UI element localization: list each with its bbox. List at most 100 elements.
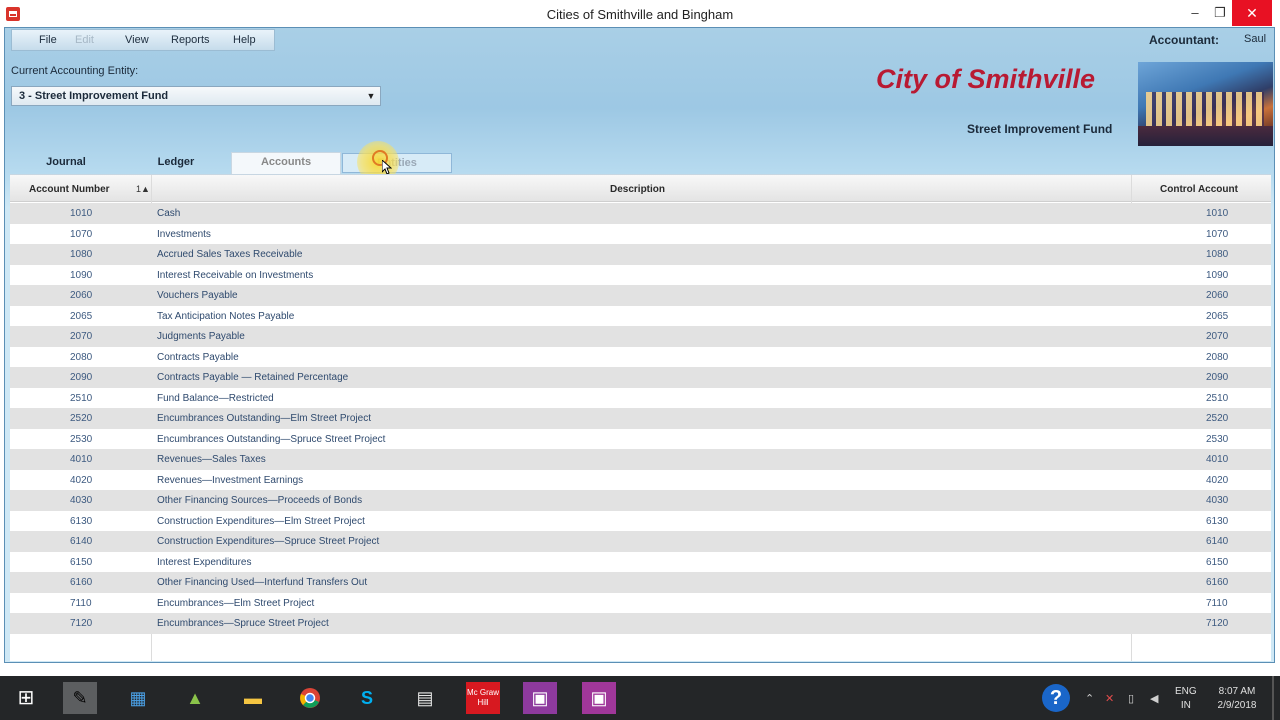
description-cell: Encumbrances Outstanding—Spruce Street P… — [157, 433, 386, 445]
description-cell: Accrued Sales Taxes Receivable — [157, 249, 303, 260]
language-indicator[interactable]: ENG IN — [1175, 685, 1197, 713]
description-cell: Other Financing Sources—Proceeds of Bond… — [157, 495, 363, 506]
language-code: ENG — [1175, 686, 1197, 697]
table-row[interactable]: 6140 Construction Expenditures—Spruce Str… — [10, 531, 1271, 552]
help-icon[interactable]: ? — [1042, 684, 1070, 712]
table-row[interactable]: 7110 Encumbrances—Elm Street Project 7110 — [10, 592, 1271, 613]
menu-file[interactable]: File — [39, 34, 57, 46]
table-row[interactable]: 2090 Contracts Payable — Retained Percent… — [10, 367, 1271, 388]
account-number-cell: 6160 — [70, 577, 93, 588]
windows-start-icon[interactable]: ⊞ — [9, 682, 43, 714]
window-title: Cities of Smithville and Bingham — [546, 7, 734, 22]
menu-view[interactable]: View — [125, 34, 149, 46]
mcgraw-hill-icon[interactable]: Mc Graw Hill — [466, 682, 500, 714]
table-row[interactable]: 2065 Tax Anticipation Notes Payable 2065 — [10, 305, 1271, 326]
column-header-control-account[interactable]: Control Account — [1160, 184, 1238, 195]
description-cell: Encumbrances—Spruce Street Project — [157, 618, 329, 629]
control-account-cell: 4020 — [1206, 474, 1229, 486]
description-cell: Contracts Payable — Retained Percentage — [157, 372, 349, 383]
table-row[interactable]: 1080 Accrued Sales Taxes Receivable 1080 — [10, 244, 1271, 265]
account-number-cell: 1080 — [70, 249, 93, 260]
table-row[interactable]: 4020 Revenues—Investment Earnings 4020 — [10, 469, 1271, 490]
account-number-cell: 2060 — [70, 290, 93, 301]
description-cell: Interest Expenditures — [157, 556, 252, 568]
control-account-cell: 2065 — [1206, 310, 1229, 322]
control-account-cell: 1070 — [1206, 228, 1229, 240]
grid-header: Account Number 1▲ Description Control Ac… — [10, 175, 1271, 202]
account-number-cell: 2090 — [70, 372, 93, 383]
entity-select[interactable]: 3 - Street Improvement Fund ▼ — [11, 86, 381, 106]
tab-ledger[interactable]: Ledger — [121, 153, 231, 173]
table-row[interactable]: 4030 Other Financing Sources—Proceeds of … — [10, 490, 1271, 511]
description-cell: Revenues—Investment Earnings — [157, 474, 304, 486]
android-studio-icon[interactable]: ▲ — [178, 682, 212, 714]
menu-reports[interactable]: Reports — [171, 34, 210, 46]
tray-expand-icon[interactable]: ⌃ — [1085, 692, 1094, 705]
files-icon[interactable]: ▤ — [408, 682, 442, 714]
control-account-cell: 6150 — [1206, 556, 1229, 568]
network-icon[interactable]: ✕ — [1105, 692, 1114, 705]
clock[interactable]: 8:07 AM 2/9/2018 — [1212, 685, 1262, 713]
entity-label: Current Accounting Entity: — [11, 65, 139, 77]
control-account-cell: 4030 — [1206, 495, 1229, 506]
table-row[interactable]: 6160 Other Financing Used—Interfund Trans… — [10, 572, 1271, 593]
description-cell: Construction Expenditures—Spruce Street … — [157, 536, 380, 547]
clock-time: 8:07 AM — [1218, 686, 1256, 697]
table-row[interactable]: 2060 Vouchers Payable 2060 — [10, 285, 1271, 306]
teams-icon[interactable]: ▣ — [582, 682, 616, 714]
table-row[interactable]: 6150 Interest Expenditures 6150 — [10, 551, 1271, 572]
region-code: IN — [1180, 700, 1191, 711]
tab-accounts[interactable]: Accounts — [231, 152, 341, 174]
description-cell: Construction Expenditures—Elm Street Pro… — [157, 515, 365, 527]
account-number-cell: 6140 — [70, 536, 93, 547]
table-row[interactable]: 4010 Revenues—Sales Taxes 4010 — [10, 449, 1271, 470]
description-cell: Tax Anticipation Notes Payable — [157, 310, 295, 322]
account-number-cell: 2520 — [70, 413, 93, 424]
control-account-cell: 6130 — [1206, 515, 1229, 527]
table-row[interactable]: 7120 Encumbrances—Spruce Street Project 71… — [10, 613, 1271, 634]
column-header-account-number[interactable]: Account Number — [29, 184, 110, 195]
close-button[interactable]: ✕ — [1232, 0, 1272, 26]
account-number-cell: 4030 — [70, 495, 93, 506]
skype-icon[interactable]: S — [350, 682, 384, 714]
account-number-cell: 7110 — [70, 597, 92, 609]
control-account-cell: 1080 — [1206, 249, 1229, 260]
chevron-down-icon[interactable]: ▼ — [364, 89, 378, 103]
table-row[interactable]: 1070 Investments 1070 — [10, 223, 1271, 244]
teams-icon[interactable]: ▣ — [523, 682, 557, 714]
city-photo — [1138, 62, 1273, 146]
description-cell: Investments — [157, 228, 211, 240]
window-titlebar: Cities of Smithville and Bingham – ❐ ✕ — [0, 0, 1280, 28]
table-row[interactable]: 2510 Fund Balance—Restricted 2510 — [10, 387, 1271, 408]
apps-grid-icon[interactable]: ▦ — [121, 682, 155, 714]
accountant-label: Accountant: — [1149, 33, 1219, 47]
fund-subtitle: Street Improvement Fund — [967, 122, 1113, 136]
column-header-description[interactable]: Description — [610, 184, 665, 195]
table-row[interactable]: 1090 Interest Receivable on Investments 10… — [10, 264, 1271, 285]
sort-ascending-icon: 1▲ — [136, 184, 150, 194]
control-account-cell: 2510 — [1206, 392, 1229, 404]
table-row[interactable]: 6130 Construction Expenditures—Elm Street… — [10, 510, 1271, 531]
control-account-cell: 7120 — [1206, 618, 1229, 629]
menu-edit[interactable]: Edit — [75, 34, 94, 46]
volume-icon[interactable]: ◀ — [1150, 692, 1158, 705]
control-account-cell: 7110 — [1206, 597, 1228, 609]
file-explorer-icon[interactable]: ▬ — [236, 682, 270, 714]
table-row[interactable]: 2530 Encumbrances Outstanding—Spruce Stre… — [10, 428, 1271, 449]
account-number-cell: 4010 — [70, 454, 93, 465]
control-account-cell: 2090 — [1206, 372, 1229, 383]
table-row[interactable]: 2520 Encumbrances Outstanding—Elm Street … — [10, 408, 1271, 429]
app-frame: File Edit View Reports Help Accountant: … — [4, 27, 1275, 663]
chrome-icon[interactable] — [293, 682, 327, 714]
battery-icon[interactable]: ▯ — [1128, 692, 1134, 705]
table-row[interactable]: 1010 Cash 1010 — [10, 203, 1271, 224]
table-row[interactable]: 2070 Judgments Payable 2070 — [10, 326, 1271, 347]
tab-journal[interactable]: Journal — [11, 153, 121, 173]
table-row[interactable]: 2080 Contracts Payable 2080 — [10, 346, 1271, 367]
account-number-cell: 2080 — [70, 351, 93, 363]
account-number-cell: 7120 — [70, 618, 93, 629]
accountant-name: Saul — [1244, 33, 1267, 45]
menu-help[interactable]: Help — [233, 34, 256, 46]
cortana-icon[interactable]: ✎ — [63, 682, 97, 714]
show-desktop-button[interactable] — [1272, 676, 1274, 720]
